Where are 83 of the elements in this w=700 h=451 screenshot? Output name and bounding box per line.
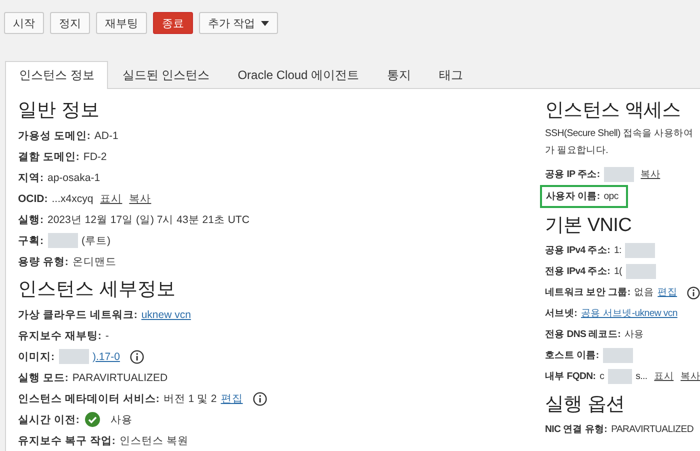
tab[interactable]: 실드된 인스턴스	[108, 61, 224, 88]
section-heading: 기본 VNIC	[545, 214, 633, 238]
description-text: SSH(Secure Shell) 접속을 사용하여	[545, 127, 694, 141]
tab[interactable]: Oracle Cloud 에이전트	[224, 61, 374, 88]
action-link[interactable]: 복사	[680, 370, 700, 383]
field-label: 이미지:	[18, 350, 54, 364]
section-heading: 일반 정보	[18, 99, 100, 123]
field-value: 2023년 12월 17일 (일) 7시 43분 21초 UTC	[48, 212, 250, 226]
field-value: PARAVIRTUALIZED	[72, 372, 168, 384]
info-icon[interactable]	[130, 350, 144, 364]
link[interactable]: 공용 서브넷-uknew vcn	[581, 307, 678, 320]
field-label: 가용성 도메인:	[18, 128, 90, 142]
field-value: 온디맨드	[72, 254, 116, 268]
field-label: 공용 IPv4 주소:	[545, 244, 610, 257]
redacted-block	[626, 264, 656, 279]
check-icon	[85, 412, 100, 427]
field-value: 1(	[614, 266, 622, 277]
field-value: opc	[604, 191, 618, 202]
field-value: FD-2	[83, 150, 107, 162]
section-heading: 인스턴스 세부정보	[18, 278, 176, 302]
field-value: (루트)	[82, 234, 110, 248]
field-label: 결함 도메인:	[18, 150, 80, 164]
redacted-block	[48, 233, 78, 248]
redacted-block	[58, 349, 88, 364]
description-text: 가 필요합니다.	[545, 144, 609, 158]
field-label: 호스트 이름:	[545, 349, 599, 362]
action-button[interactable]: 시작	[4, 12, 44, 34]
field-label: 전용 DNS 레코드:	[545, 328, 620, 341]
field-label: OCID:	[18, 192, 48, 204]
field-value: AD-1	[94, 130, 118, 142]
action-link[interactable]: 복사	[129, 192, 152, 206]
redacted-block	[602, 348, 633, 363]
field-value: -	[105, 330, 109, 342]
field-label: 유지보수 재부팅:	[18, 328, 102, 342]
field-label: 실행 모드:	[18, 370, 68, 384]
field-label: 인스턴스 메타데이터 서비스:	[18, 392, 160, 406]
field-label: 지역:	[18, 170, 44, 184]
field-value: ap-osaka-1	[48, 172, 100, 184]
field-value: 사용	[624, 328, 644, 341]
action-button[interactable]: 정지	[50, 12, 90, 34]
action-link[interactable]: 표시	[654, 370, 674, 383]
field-label: 내부 FQDN:	[545, 370, 596, 383]
link[interactable]: 편집	[658, 286, 678, 299]
link[interactable]: 편집	[220, 392, 243, 406]
field-label: 구획:	[18, 234, 44, 248]
caret-icon	[261, 20, 270, 26]
action-button[interactable]: 재부팅	[96, 12, 147, 34]
redacted-block	[604, 167, 634, 182]
field-label: 사용자 이름:	[546, 190, 600, 203]
field-value: c	[600, 371, 604, 382]
action-link[interactable]: 복사	[640, 168, 660, 181]
tab[interactable]: 인스턴스 정보	[5, 61, 108, 89]
field-label: 용량 유형:	[18, 254, 68, 268]
field-label: 실행:	[18, 212, 44, 226]
field-label: 서브넷:	[545, 307, 577, 320]
tab[interactable]: 통지	[373, 61, 426, 88]
field-label: 네트워크 보안 그룹:	[545, 286, 630, 299]
field-value: 버전 1 및 2	[163, 392, 217, 406]
field-value: 1:	[614, 245, 622, 256]
field-label: 전용 IPv4 주소:	[545, 265, 610, 278]
tab[interactable]: 태그	[425, 61, 478, 88]
field-label: 가상 클라우드 네트워크:	[18, 308, 138, 322]
field-label: NIC 연결 유형:	[545, 423, 608, 436]
section-heading: 실행 옵션	[545, 393, 626, 417]
action-link[interactable]: 표시	[100, 192, 122, 206]
link[interactable]: ).17-0	[92, 350, 120, 362]
field-label: 실시간 이전:	[18, 412, 80, 426]
dropdown-button[interactable]: 추가 작업	[199, 12, 278, 34]
field-label: 공용 IP 주소:	[545, 168, 600, 181]
field-value: 인스턴스 복원	[119, 434, 188, 448]
link[interactable]: uknew vcn	[141, 308, 191, 320]
section-heading: 인스턴스 액세스	[545, 99, 682, 123]
field-value: PARAVIRTUALIZED	[611, 424, 694, 435]
field-value: 사용	[110, 412, 132, 426]
redacted-block	[625, 243, 656, 258]
action-button[interactable]: 종료	[153, 12, 193, 34]
field-value: ...x4xcyq	[52, 192, 94, 204]
field-label: 유지보수 복구 작업:	[18, 434, 116, 448]
redacted-block	[608, 369, 632, 384]
field-value: 없음	[634, 286, 654, 299]
info-icon[interactable]	[687, 286, 700, 300]
field-value: s...	[636, 371, 648, 382]
info-icon[interactable]	[252, 392, 267, 406]
